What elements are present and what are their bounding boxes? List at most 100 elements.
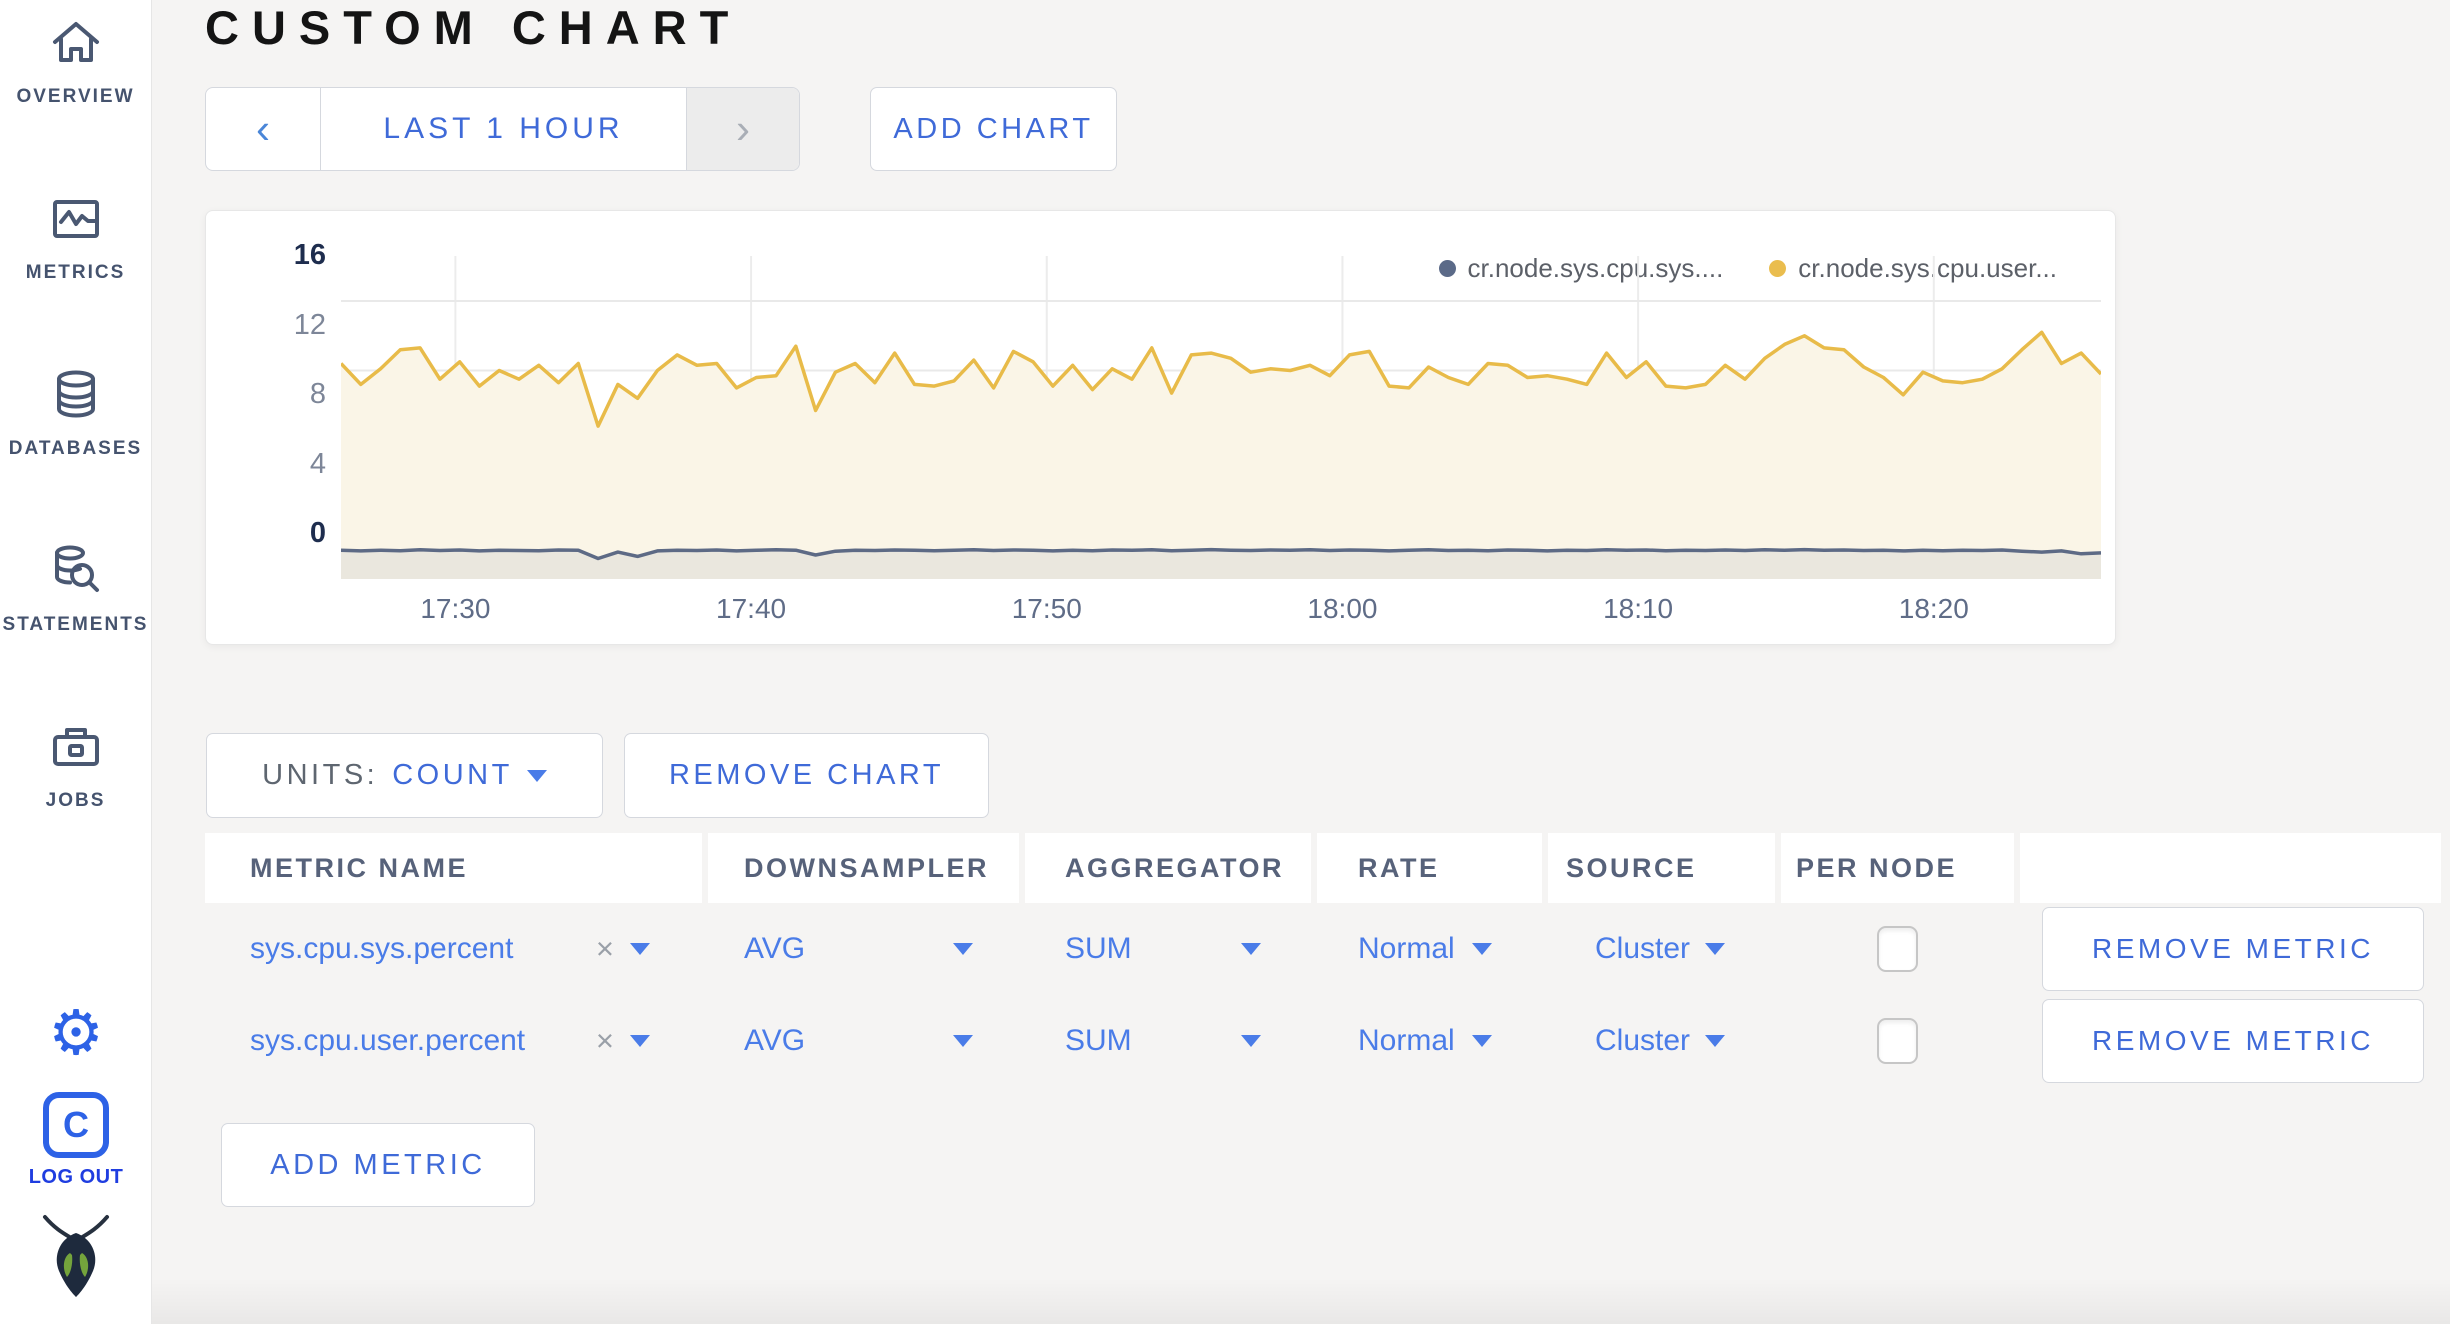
metric-name-dropdown[interactable]: ×	[596, 931, 650, 967]
downsampler-value: AVG	[744, 932, 806, 965]
chevron-down-icon	[1472, 943, 1492, 955]
units-value: COUNT	[392, 759, 513, 791]
cockroach-monogram-icon: C	[42, 1092, 109, 1158]
gear-icon[interactable]: ⚙	[48, 1002, 104, 1064]
chevron-left-icon: ‹	[256, 105, 270, 152]
chevron-down-icon	[953, 943, 973, 955]
column-header-downsampler: DOWNSAMPLER	[708, 833, 1019, 903]
rate-select[interactable]: Normal	[1317, 995, 1542, 1087]
x-tick-label: 17:40	[716, 593, 787, 624]
chevron-down-icon	[526, 769, 547, 782]
column-header-source: SOURCE	[1548, 833, 1775, 903]
per-node-checkbox[interactable]	[1877, 926, 1918, 972]
units-dropdown[interactable]: UNITS: COUNT	[206, 733, 603, 818]
page-title: CUSTOM CHART	[205, 1, 742, 54]
time-range-dropdown[interactable]: LAST 1 HOUR	[321, 88, 686, 170]
chevron-down-icon	[1705, 943, 1725, 955]
source-value: Cluster	[1595, 932, 1691, 965]
y-tick-label: 8	[309, 378, 326, 410]
column-header-actions	[2020, 833, 2441, 903]
sidebar-item-databases[interactable]: DATABASES	[0, 352, 151, 528]
x-tick-label: 17:50	[1011, 593, 1082, 624]
per-node-checkbox[interactable]	[1877, 1018, 1918, 1064]
aggregator-value: SUM	[1065, 1024, 1132, 1057]
chart-card: cr.node.sys.cpu.sys.... cr.node.sys.cpu.…	[205, 210, 2116, 645]
custom-chart-page: OVERVIEW METRICS DATABASES STATEMENTS JO…	[0, 0, 2450, 1324]
metric-name-dropdown[interactable]: ×	[596, 1023, 650, 1059]
home-icon	[45, 12, 107, 74]
source-select[interactable]: Cluster	[1548, 903, 1775, 995]
source-value: Cluster	[1595, 1024, 1691, 1057]
sidebar-item-overview[interactable]: OVERVIEW	[0, 0, 151, 176]
downsampler-value: AVG	[744, 1024, 806, 1057]
column-header-rate: RATE	[1317, 833, 1542, 903]
remove-chart-button[interactable]: REMOVE CHART	[624, 733, 989, 818]
sidebar-item-label: OVERVIEW	[16, 86, 135, 107]
x-tick-label: 18:20	[1898, 593, 1969, 624]
sidebar-item-label: DATABASES	[8, 438, 143, 459]
sidebar-item-jobs[interactable]: JOBS	[0, 704, 151, 880]
metrics-table: METRIC NAME DOWNSAMPLER AGGREGATOR RATE …	[205, 833, 2445, 1087]
chart-svg	[341, 256, 2101, 579]
metric-name-value[interactable]: sys.cpu.user.percent	[250, 1024, 525, 1058]
sidebar-bottom: ⚙ C LOG OUT	[0, 1002, 152, 1306]
series-area	[341, 332, 2101, 579]
add-metric-button[interactable]: ADD METRIC	[221, 1123, 535, 1207]
rate-value: Normal	[1358, 932, 1455, 965]
remove-metric-button[interactable]: REMOVE METRIC	[2042, 907, 2424, 991]
sidebar-item-statements[interactable]: STATEMENTS	[0, 528, 151, 704]
remove-metric-button[interactable]: REMOVE METRIC	[2042, 999, 2424, 1083]
source-select[interactable]: Cluster	[1548, 995, 1775, 1087]
metrics-table-header: METRIC NAME DOWNSAMPLER AGGREGATOR RATE …	[205, 833, 2445, 903]
rate-select[interactable]: Normal	[1317, 903, 1542, 995]
y-tick-label: 4	[309, 447, 326, 480]
database-icon	[45, 364, 107, 426]
cockroach-bug-logo-icon	[39, 1211, 113, 1306]
metric-name-value[interactable]: sys.cpu.sys.percent	[250, 932, 513, 966]
rate-value: Normal	[1358, 1024, 1455, 1057]
aggregator-select[interactable]: SUM	[1025, 903, 1311, 995]
table-row: sys.cpu.user.percent × AVG SUM Normal Cl…	[205, 995, 2445, 1087]
x-tick-label: 18:10	[1603, 593, 1674, 624]
column-header-per-node: PER NODE	[1781, 833, 2014, 903]
chevron-down-icon	[1241, 1035, 1261, 1047]
chevron-right-icon: ›	[736, 105, 750, 152]
sidebar: OVERVIEW METRICS DATABASES STATEMENTS JO…	[0, 0, 152, 1324]
sidebar-item-label: STATEMENTS	[2, 614, 149, 635]
clear-metric-icon[interactable]: ×	[596, 1023, 614, 1059]
clear-metric-icon[interactable]: ×	[596, 931, 614, 967]
add-chart-button[interactable]: ADD CHART	[870, 87, 1117, 171]
y-tick-label: 12	[293, 308, 326, 341]
column-header-aggregator: AGGREGATOR	[1025, 833, 1311, 903]
sidebar-item-label: JOBS	[45, 790, 106, 811]
chevron-down-icon	[1241, 943, 1261, 955]
downsampler-select[interactable]: AVG	[708, 903, 1019, 995]
table-row: sys.cpu.sys.percent × AVG SUM Normal Clu…	[205, 903, 2445, 995]
column-header-metric-name: METRIC NAME	[205, 833, 702, 903]
chevron-down-icon	[630, 1035, 650, 1047]
sidebar-item-metrics[interactable]: METRICS	[0, 176, 151, 352]
aggregator-value: SUM	[1065, 932, 1132, 965]
metrics-icon	[45, 188, 107, 250]
chart-plot-area	[341, 256, 2101, 579]
time-range-prev-button[interactable]: ‹	[206, 88, 321, 170]
chevron-down-icon	[1705, 1035, 1725, 1047]
time-range-next-button[interactable]: ›	[686, 88, 799, 170]
chevron-down-icon	[630, 943, 650, 955]
jobs-icon	[45, 716, 107, 778]
x-tick-label: 17:30	[420, 593, 491, 624]
x-tick-label: 18:00	[1307, 593, 1378, 624]
y-tick-label: 16	[293, 239, 326, 271]
logout-button[interactable]: C LOG OUT	[29, 1092, 124, 1189]
main-content: CUSTOM CHART ‹ LAST 1 HOUR › ADD CHART c…	[152, 0, 2450, 1324]
statements-icon	[45, 540, 107, 602]
aggregator-select[interactable]: SUM	[1025, 995, 1311, 1087]
downsampler-select[interactable]: AVG	[708, 995, 1019, 1087]
logout-label: LOG OUT	[28, 1166, 124, 1188]
time-range-selector: ‹ LAST 1 HOUR ›	[205, 87, 800, 171]
sidebar-item-label: METRICS	[25, 262, 126, 283]
chevron-down-icon	[1472, 1035, 1492, 1047]
chevron-down-icon	[953, 1035, 973, 1047]
units-label: UNITS:	[262, 759, 379, 791]
y-tick-label: 0	[309, 517, 326, 549]
